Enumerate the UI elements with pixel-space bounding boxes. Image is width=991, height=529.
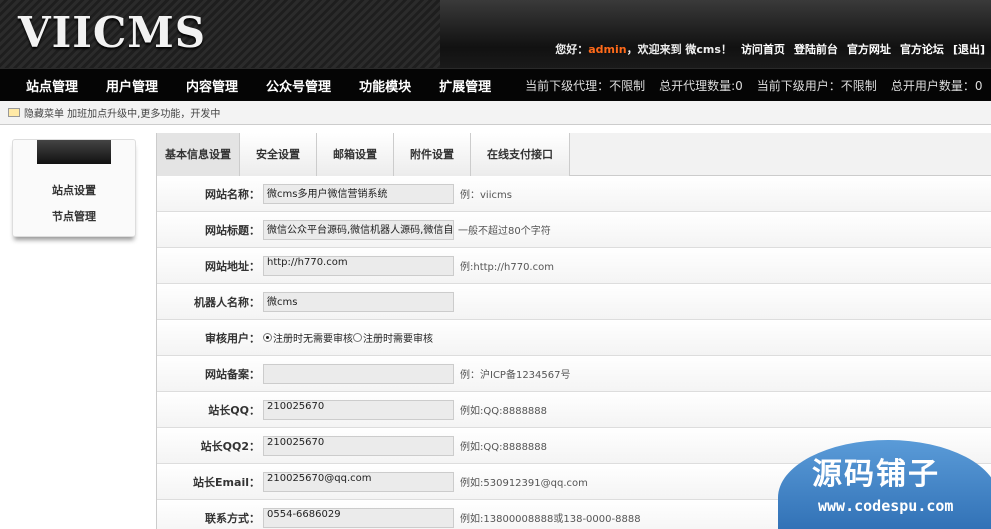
- tab-security[interactable]: 安全设置: [240, 133, 317, 176]
- nav-function-modules[interactable]: 功能模块: [345, 76, 425, 95]
- email-input[interactable]: 210025670@qq.com: [263, 471, 454, 492]
- form-row-site-title: 网站标题： 微信公众平台源码,微信机器人源码,微信自动回复 一般不超过80个字符: [157, 212, 991, 248]
- site-name-input[interactable]: 微cms多用户微信营销系统: [263, 183, 454, 204]
- site-title-input[interactable]: 微信公众平台源码,微信机器人源码,微信自动回复: [263, 219, 454, 240]
- sidebar-item-site-settings[interactable]: 站点设置: [13, 182, 135, 198]
- link-frontend-login[interactable]: 登陆前台: [794, 41, 838, 57]
- sidebar-header: [37, 140, 111, 164]
- stat-sub-agent: 当前下级代理：不限制: [525, 78, 646, 93]
- robot-name-input[interactable]: 微cms: [263, 291, 454, 312]
- nav-official-account-management[interactable]: 公众号管理: [252, 76, 345, 95]
- email-hint: 例如:530912391@qq.com: [460, 478, 588, 489]
- watermark-title: 源码铺子: [812, 457, 940, 492]
- main-nav: 站点管理 用户管理 内容管理 公众号管理 功能模块 扩展管理 当前下级代理：不限…: [0, 68, 991, 101]
- account-stats: 当前下级代理：不限制 总开代理数量:0 当前下级用户：不限制 总开用户数量：0: [525, 77, 982, 94]
- radio-no-review-label[interactable]: 注册时无需要审核: [273, 330, 353, 345]
- logo[interactable]: VIICMS: [18, 8, 206, 57]
- stat-sub-user: 当前下级用户：不限制: [756, 78, 877, 93]
- site-url-hint: 例:http://h770.com: [460, 262, 554, 273]
- logo-area: VIICMS: [0, 0, 440, 68]
- link-home[interactable]: 访问首页: [741, 41, 785, 57]
- tab-email[interactable]: 邮箱设置: [317, 133, 394, 176]
- stat-agent-count: 总开代理数量:0: [659, 78, 743, 93]
- review-user-label: 审核用户：: [205, 331, 260, 345]
- settings-tabs: 基本信息设置 安全设置 邮箱设置 附件设置 在线支付接口: [157, 133, 991, 176]
- robot-name-label: 机器人名称：: [194, 295, 260, 309]
- stat-user-count: 总开用户数量：0: [890, 78, 983, 93]
- site-url-input[interactable]: http://h770.com: [263, 255, 454, 276]
- form-row-site-name: 网站名称： 微cms多用户微信营销系统 例：viicms: [157, 176, 991, 212]
- qq-input[interactable]: 210025670: [263, 399, 454, 420]
- nav-user-management[interactable]: 用户管理: [92, 76, 172, 95]
- logout-link[interactable]: [退出]: [953, 41, 985, 57]
- site-name-hint: 例：viicms: [460, 190, 512, 201]
- qq-label: 站长QQ：: [208, 403, 260, 417]
- sidebar-item-node-management[interactable]: 节点管理: [13, 208, 135, 224]
- qq-hint: 例如:QQ:8888888: [460, 406, 548, 417]
- phone-label: 联系方式：: [205, 511, 260, 525]
- user-links: 您好： admin ，欢迎来到 微cms！ 访问首页 登陆前台 官方网址 官方论…: [555, 41, 985, 57]
- top-header: VIICMS 您好： admin ，欢迎来到 微cms！ 访问首页 登陆前台 官…: [0, 0, 991, 68]
- tab-online-payment[interactable]: 在线支付接口: [471, 133, 570, 176]
- tab-basic-info[interactable]: 基本信息设置: [157, 133, 240, 176]
- notice-text[interactable]: 隐藏菜单 加班加点升级中,更多功能，开发中: [24, 105, 220, 120]
- review-user-options: 注册时无需要审核 注册时需要审核: [263, 330, 433, 345]
- form-row-icp: 网站备案： 例：沪ICP备1234567号: [157, 356, 991, 392]
- username: admin: [588, 42, 627, 56]
- site-title-hint: 一般不超过80个字符: [458, 226, 551, 237]
- form-row-review-user: 审核用户： 注册时无需要审核 注册时需要审核: [157, 320, 991, 356]
- greeting-prefix: 您好：: [555, 43, 589, 56]
- greeting-suffix: ，欢迎来到 微cms！: [626, 43, 732, 56]
- notice-bar: 隐藏菜单 加班加点升级中,更多功能，开发中: [0, 101, 991, 125]
- nav-site-management[interactable]: 站点管理: [0, 76, 92, 95]
- site-url-label: 网站地址：: [205, 259, 260, 273]
- icp-label: 网站备案：: [205, 367, 260, 381]
- nav-content-management[interactable]: 内容管理: [172, 76, 252, 95]
- phone-input[interactable]: 0554-6686029: [263, 507, 454, 528]
- icp-hint: 例：沪ICP备1234567号: [460, 370, 571, 381]
- radio-need-review[interactable]: [353, 333, 362, 342]
- form-row-robot-name: 机器人名称： 微cms: [157, 284, 991, 320]
- qq2-label: 站长QQ2：: [200, 439, 260, 453]
- nav-extension-management[interactable]: 扩展管理: [425, 76, 505, 95]
- radio-need-review-label[interactable]: 注册时需要审核: [363, 330, 433, 345]
- qq2-input[interactable]: 210025670: [263, 435, 454, 456]
- phone-hint: 例如:13800008888或138-0000-8888: [460, 514, 641, 525]
- email-label: 站长Email：: [193, 475, 260, 489]
- icp-input[interactable]: [263, 363, 454, 384]
- link-official-site[interactable]: 官方网址: [847, 41, 891, 57]
- watermark-url: www.codespu.com: [818, 497, 954, 515]
- sidebar: 站点设置 节点管理: [12, 139, 136, 237]
- link-official-forum[interactable]: 官方论坛: [900, 41, 944, 57]
- form-row-qq: 站长QQ： 210025670 例如:QQ:8888888: [157, 392, 991, 428]
- site-name-label: 网站名称：: [205, 187, 260, 201]
- form-row-site-url: 网站地址： http://h770.com 例:http://h770.com: [157, 248, 991, 284]
- site-title-label: 网站标题：: [205, 223, 260, 237]
- qq2-hint: 例如:QQ:8888888: [460, 442, 548, 453]
- menu-toggle-icon[interactable]: [8, 108, 20, 117]
- tab-attachment[interactable]: 附件设置: [394, 133, 471, 176]
- radio-no-review[interactable]: [263, 333, 272, 342]
